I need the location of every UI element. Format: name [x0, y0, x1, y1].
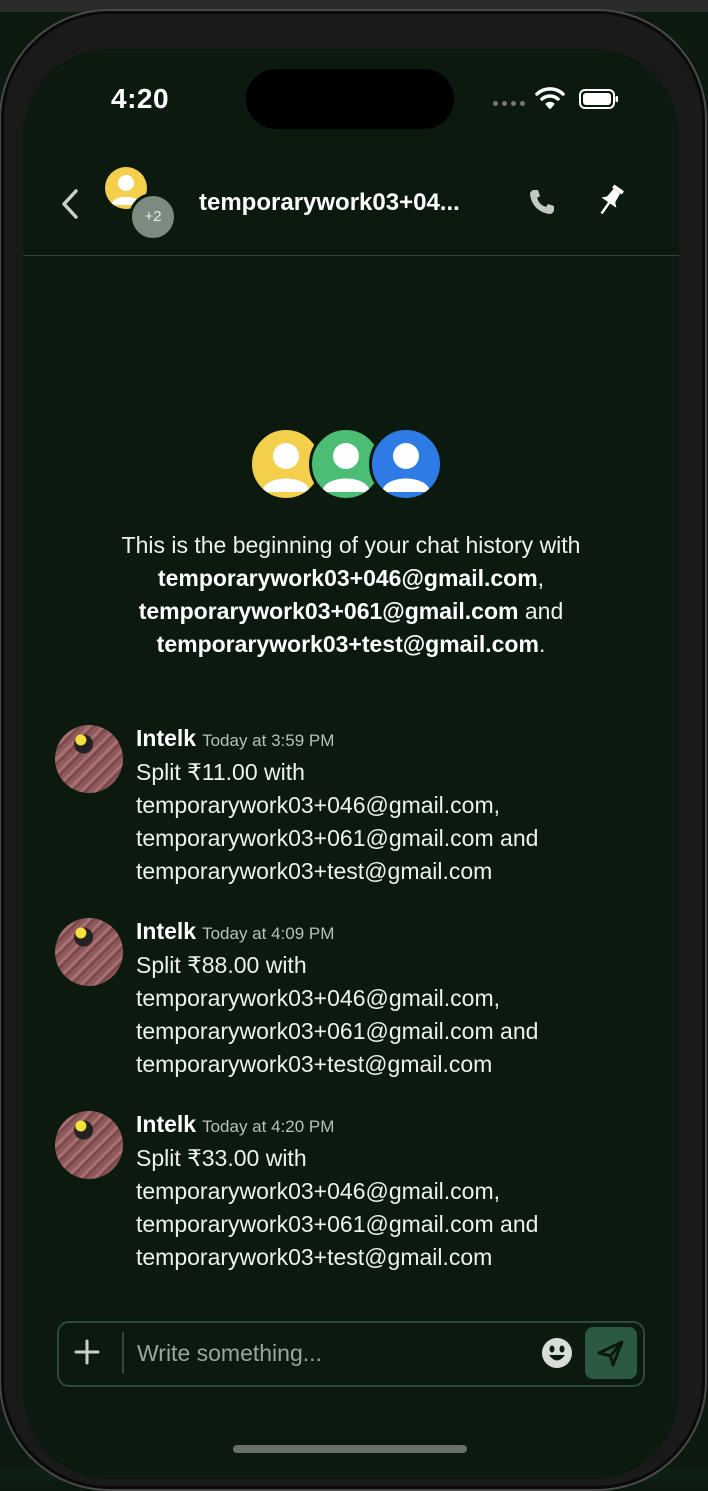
- composer-divider: [122, 1332, 124, 1374]
- message-timestamp: Today at 4:09 PM: [202, 924, 335, 943]
- message-text: Split ₹11.00 with temporarywork03+046@gm…: [136, 756, 656, 888]
- wifi-icon: [535, 87, 565, 109]
- message-line: temporarywork03+061@gmail.com and: [136, 1018, 539, 1044]
- message-line: temporarywork03+046@gmail.com,: [136, 1178, 501, 1204]
- message-timestamp: Today at 4:20 PM: [202, 1117, 335, 1136]
- intro-separator: and: [518, 598, 564, 624]
- emoji-icon[interactable]: [541, 1337, 573, 1369]
- author-avatar[interactable]: [55, 1111, 123, 1179]
- phone-frame: 4:20 +2 temporarywork03+04... This is th…: [0, 9, 707, 1491]
- message-line: temporarywork03+061@gmail.com and: [136, 1211, 539, 1237]
- message-line: temporarywork03+046@gmail.com,: [136, 985, 501, 1011]
- message-input[interactable]: Write something...: [137, 1340, 322, 1367]
- back-chevron-icon[interactable]: [59, 187, 81, 221]
- home-indicator[interactable]: [233, 1445, 467, 1453]
- chat-header: +2 temporarywork03+04...: [23, 167, 679, 256]
- pin-icon[interactable]: [595, 183, 625, 219]
- message-line: temporarywork03+test@gmail.com: [136, 858, 493, 884]
- screen: 4:20 +2 temporarywork03+04... This is th…: [23, 49, 679, 1479]
- member-count-badge: +2: [129, 193, 177, 241]
- member-avatar-blue: [369, 427, 443, 501]
- intro-user-1: temporarywork03+046@gmail.com: [157, 565, 538, 591]
- author-avatar[interactable]: [55, 918, 123, 986]
- signal-icon: [493, 101, 525, 106]
- group-members-avatars: [249, 427, 449, 503]
- message-line: temporarywork03+046@gmail.com,: [136, 792, 501, 818]
- message-author[interactable]: Intelk: [136, 725, 196, 751]
- message-line: temporarywork03+061@gmail.com and: [136, 825, 539, 851]
- intro-text: This is the beginning of your chat histo…: [121, 532, 581, 558]
- message-timestamp: Today at 3:59 PM: [202, 731, 335, 750]
- status-time: 4:20: [111, 83, 170, 114]
- message-line: Split ₹33.00 with: [136, 1145, 307, 1171]
- message-composer: Write something...: [57, 1321, 645, 1387]
- send-icon: [597, 1340, 624, 1367]
- message-author[interactable]: Intelk: [136, 918, 196, 944]
- message-text: Split ₹33.00 with temporarywork03+046@gm…: [136, 1142, 656, 1274]
- intro-user-3: temporarywork03+test@gmail.com: [156, 631, 539, 657]
- intro-suffix: .: [538, 631, 546, 657]
- author-avatar[interactable]: [55, 725, 123, 793]
- plus-icon[interactable]: [73, 1338, 101, 1366]
- message-line: temporarywork03+test@gmail.com: [136, 1244, 493, 1270]
- message-text: Split ₹88.00 with temporarywork03+046@gm…: [136, 949, 656, 1081]
- message-line: Split ₹88.00 with: [136, 952, 307, 978]
- message-author[interactable]: Intelk: [136, 1111, 196, 1137]
- dynamic-island: [246, 69, 454, 129]
- phone-icon[interactable]: [527, 187, 557, 217]
- send-button[interactable]: [585, 1327, 637, 1379]
- battery-icon: [579, 89, 618, 109]
- intro-separator: ,: [537, 565, 545, 591]
- message-line: temporarywork03+test@gmail.com: [136, 1051, 493, 1077]
- chat-title[interactable]: temporarywork03+04...: [199, 189, 489, 217]
- message-line: Split ₹11.00 with: [136, 759, 305, 785]
- intro-user-2: temporarywork03+061@gmail.com: [138, 598, 519, 624]
- chat-history-intro: This is the beginning of your chat histo…: [63, 529, 639, 661]
